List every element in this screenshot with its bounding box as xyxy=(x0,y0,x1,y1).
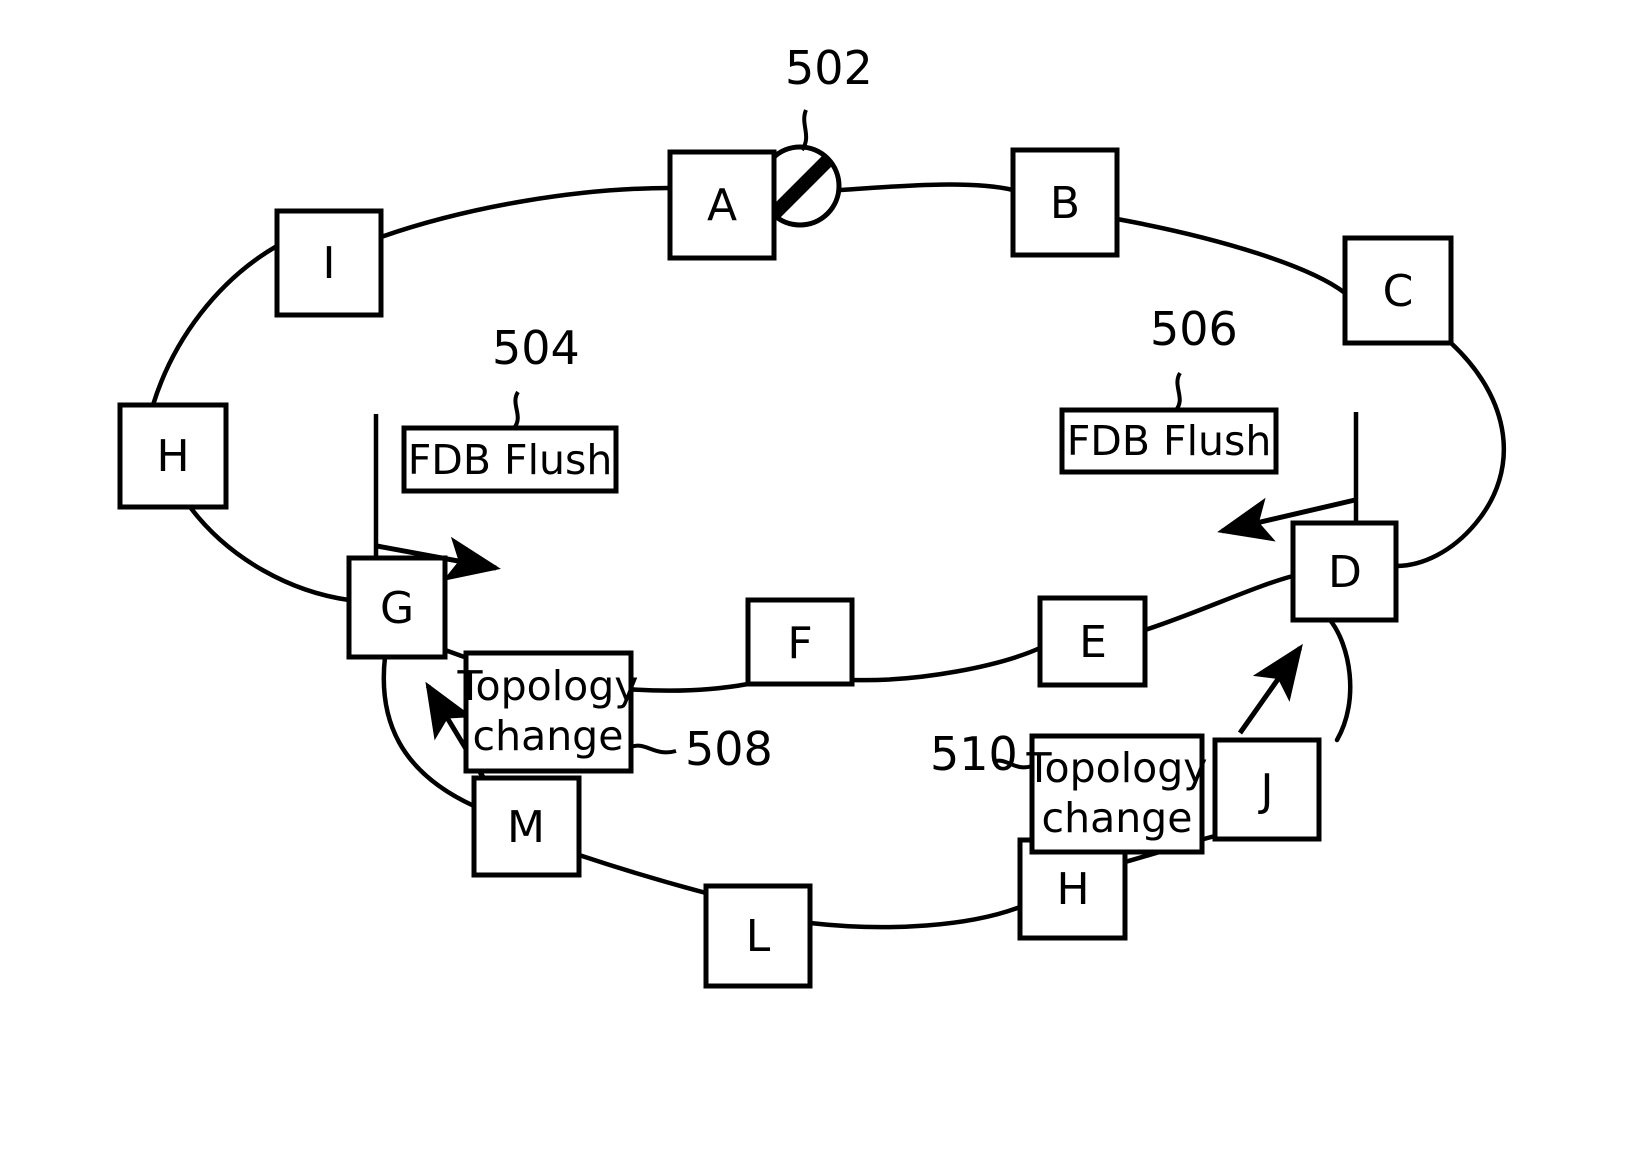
message-fdb-flush-506: FDB Flush xyxy=(1059,407,1279,475)
node-h-left[interactable]: H xyxy=(117,402,229,510)
edge-hleft-to-i xyxy=(150,243,280,408)
message-topology-change-510: Topology change xyxy=(1025,733,1208,855)
node-b-label: B xyxy=(1050,178,1080,229)
network-nodes: A B C D E F G H I J H L M xyxy=(117,147,1454,989)
topology-change-510-line2: change xyxy=(1042,794,1193,842)
node-d-label: D xyxy=(1328,547,1362,598)
node-f[interactable]: F xyxy=(745,597,855,687)
node-j[interactable]: J xyxy=(1212,737,1322,842)
leader-506 xyxy=(1174,371,1182,412)
node-l-label: L xyxy=(746,911,771,962)
node-e[interactable]: E xyxy=(1037,595,1148,688)
topology-change-508-line2: change xyxy=(473,712,624,760)
ref-numeral-502: 502 xyxy=(785,41,873,95)
leader-508 xyxy=(630,743,677,755)
node-e-label: E xyxy=(1079,617,1107,668)
topology-change-508-line1: Topology xyxy=(456,662,638,710)
ref-numeral-506: 506 xyxy=(1150,302,1238,356)
ref-numeral-510: 510 xyxy=(930,727,1018,781)
node-m[interactable]: M xyxy=(471,775,582,878)
node-d[interactable]: D xyxy=(1290,520,1399,623)
edge-switch-to-b xyxy=(837,182,1016,193)
edge-b-to-c xyxy=(1114,216,1348,296)
edge-l-to-hbottom xyxy=(807,904,1023,930)
edge-f-to-e xyxy=(849,645,1043,683)
node-i-label: I xyxy=(323,238,336,289)
node-g-label: G xyxy=(380,583,414,634)
message-fdb-flush-504: FDB Flush xyxy=(401,425,619,494)
node-m-label: M xyxy=(507,802,545,853)
edge-i-to-a xyxy=(378,185,673,240)
leader-504 xyxy=(512,390,520,430)
ref-numeral-508: 508 xyxy=(685,722,773,776)
edge-e-to-d xyxy=(1142,573,1296,633)
node-a[interactable]: A xyxy=(667,149,777,261)
arrow-topology-change-right xyxy=(1237,643,1303,735)
node-i[interactable]: I xyxy=(274,208,384,318)
node-b[interactable]: B xyxy=(1010,147,1120,258)
node-h-bottom[interactable]: H xyxy=(1017,837,1128,941)
node-h-bottom-label: H xyxy=(1056,864,1089,915)
edge-hleft-to-g xyxy=(187,504,352,603)
node-f-label: F xyxy=(787,618,812,669)
node-j-label: J xyxy=(1258,765,1274,816)
fdb-flush-504-label: FDB Flush xyxy=(408,436,613,484)
edge-c-to-d xyxy=(1393,340,1507,569)
node-c[interactable]: C xyxy=(1342,235,1454,346)
edge-j-to-d xyxy=(1327,617,1353,743)
diagram-canvas: A B C D E F G H I J H L M FDB Flush FDB … xyxy=(117,41,1507,989)
node-l[interactable]: L xyxy=(703,883,813,989)
node-g[interactable]: G xyxy=(346,555,448,660)
node-a-label: A xyxy=(707,180,737,231)
node-c-label: C xyxy=(1383,266,1414,317)
message-topology-change-508: Topology change xyxy=(456,650,639,774)
fdb-flush-506-label: FDB Flush xyxy=(1067,417,1272,465)
node-h-left-label: H xyxy=(156,431,189,482)
topology-change-510-line1: Topology xyxy=(1025,744,1207,792)
edge-m-to-l xyxy=(576,852,709,896)
leader-502 xyxy=(800,109,809,152)
patent-figure: A B C D E F G H I J H L M FDB Flush FDB … xyxy=(0,0,1649,1154)
ref-numeral-504: 504 xyxy=(492,321,580,375)
